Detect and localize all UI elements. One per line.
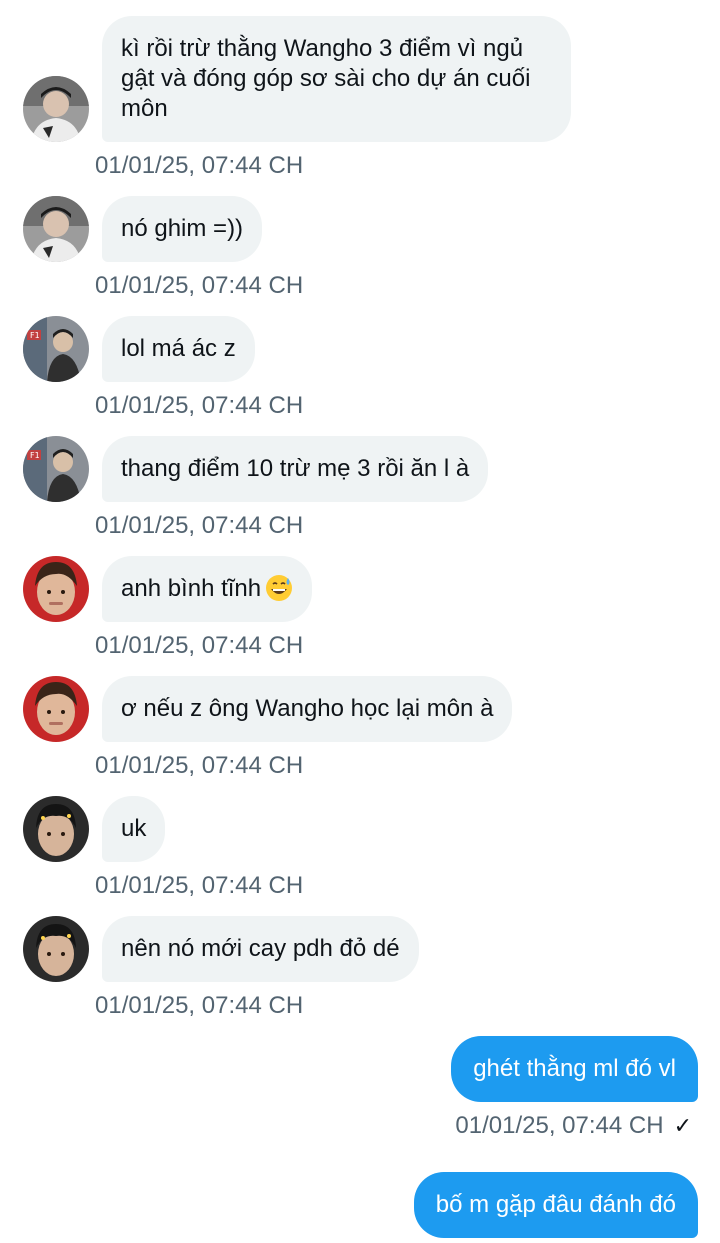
- message-text: uk: [121, 815, 147, 842]
- message-text: bố m gặp đâu đánh đó: [435, 1191, 676, 1218]
- avatar-user-b[interactable]: F1: [23, 436, 89, 502]
- message-bubble[interactable]: anh bình tĩnh: [102, 556, 313, 622]
- grinning-sweat-emoji: [266, 575, 293, 601]
- message-text: lol má ác z: [121, 335, 236, 362]
- message-bubble[interactable]: uk: [102, 796, 166, 862]
- message-bubble[interactable]: thang điểm 10 trừ mẹ 3 rồi ăn l à: [102, 436, 489, 502]
- message-bubble[interactable]: lol má ác z: [102, 316, 255, 382]
- message-timestamp: 01/01/25, 07:44 CH: [95, 632, 304, 659]
- message-text: thang điểm 10 trừ mẹ 3 rồi ăn l à: [121, 455, 470, 482]
- message-bubble[interactable]: ơ nếu z ông Wangho học lại môn à: [102, 676, 513, 742]
- message-bubble[interactable]: nó ghim =)): [102, 196, 263, 262]
- avatar-user-b[interactable]: F1: [23, 316, 89, 382]
- avatar-user-a[interactable]: [23, 76, 89, 142]
- message-bubble-outgoing[interactable]: bố m gặp đâu đánh đó: [413, 1172, 698, 1238]
- message-bubble-outgoing[interactable]: ghét thằng ml đó vl: [451, 1036, 698, 1102]
- svg-text:F1: F1: [30, 331, 40, 340]
- avatar-user-c[interactable]: [23, 556, 89, 622]
- message-timestamp: 01/01/25, 07:44 CH: [95, 872, 304, 899]
- message-text: anh bình tĩnh: [121, 575, 262, 602]
- message-timestamp: 01/01/25, 07:44 CH ✓: [455, 1111, 692, 1141]
- avatar-user-a[interactable]: [23, 196, 89, 262]
- message-text: nó ghim =)): [121, 215, 244, 242]
- avatar-user-d[interactable]: [23, 796, 89, 862]
- message-timestamp: 01/01/25, 07:44 CH: [95, 152, 304, 179]
- message-bubble[interactable]: nên nó mới cay pdh đỏ dé: [102, 916, 419, 982]
- message-timestamp: 01/01/25, 07:44 CH: [95, 272, 304, 299]
- message-text: ghét thằng ml đó vl: [473, 1055, 676, 1082]
- message-timestamp: 01/01/25, 07:44 CH: [95, 392, 304, 419]
- message-text: nên nó mới cay pdh đỏ dé: [121, 935, 400, 962]
- message-time-text: 01/01/25, 07:44 CH: [455, 1112, 664, 1139]
- message-timestamp: 01/01/25, 07:44 CH: [95, 992, 304, 1019]
- sent-check-icon: ✓: [673, 1113, 692, 1138]
- svg-text:F1: F1: [30, 451, 40, 460]
- message-bubble[interactable]: kì rồi trừ thằng Wangho 3 điểm vì ngủ gậ…: [102, 16, 571, 142]
- message-text: ơ nếu z ông Wangho học lại môn à: [121, 695, 494, 722]
- avatar-user-c[interactable]: [23, 676, 89, 742]
- message-timestamp: 01/01/25, 07:44 CH: [95, 512, 304, 539]
- message-timestamp: 01/01/25, 07:44 CH: [95, 752, 304, 779]
- avatar-user-d[interactable]: [23, 916, 89, 982]
- conversation-thread: kì rồi trừ thằng Wangho 3 điểm vì ngủ gậ…: [0, 0, 720, 1243]
- message-text: kì rồi trừ thằng Wangho 3 điểm vì ngủ gậ…: [121, 35, 531, 122]
